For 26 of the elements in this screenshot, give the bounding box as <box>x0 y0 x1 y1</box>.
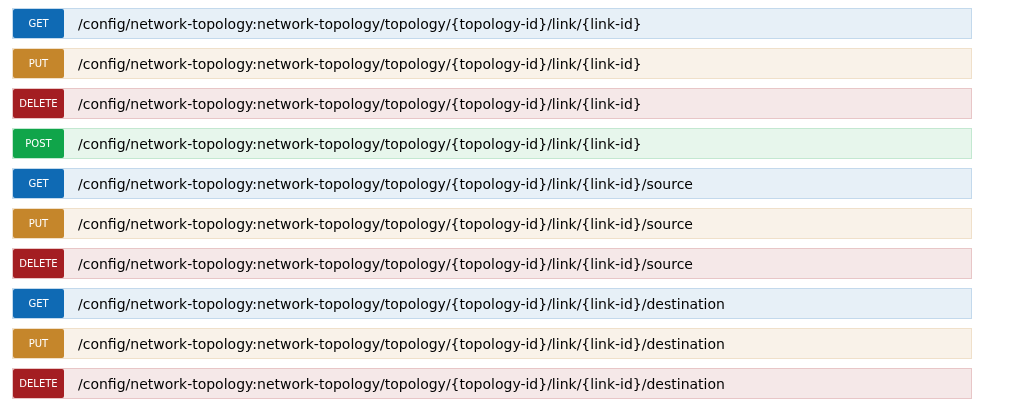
endpoint-path[interactable]: /config/network-topology:network-topology/topology/{topology-id}/link/{link-id} <box>78 95 642 112</box>
operation-bar[interactable]: PUT /config/network-topology:network-topology/topology/{topology-id}/link/{link-id} <box>12 48 972 79</box>
operation-bar[interactable]: DELETE /config/network-topology:network-topology/topology/{topology-id}/link/{link-id}/destination <box>12 368 972 399</box>
method-badge[interactable]: GET <box>13 9 64 38</box>
endpoint-path[interactable]: /config/network-topology:network-topology/topology/{topology-id}/link/{link-id} <box>78 15 642 32</box>
endpoint-path[interactable]: /config/network-topology:network-topology/topology/{topology-id}/link/{link-id}/destination <box>78 295 725 312</box>
endpoint-path[interactable]: /config/network-topology:network-topology/topology/{topology-id}/link/{link-id}/source <box>78 175 693 192</box>
endpoint-path[interactable]: /config/network-topology:network-topology/topology/{topology-id}/link/{link-id}/destination <box>78 375 725 392</box>
endpoint-path[interactable]: /config/network-topology:network-topology/topology/{topology-id}/link/{link-id}/source <box>78 255 693 272</box>
endpoint-path[interactable]: /config/network-topology:network-topology/topology/{topology-id}/link/{link-id} <box>78 135 642 152</box>
method-badge[interactable]: DELETE <box>13 249 64 278</box>
operation-bar[interactable]: GET /config/network-topology:network-topology/topology/{topology-id}/link/{link-id}/source <box>12 168 972 199</box>
operation-bar[interactable]: PUT /config/network-topology:network-topology/topology/{topology-id}/link/{link-id}/destination <box>12 328 972 359</box>
operation-bar[interactable]: GET /config/network-topology:network-topology/topology/{topology-id}/link/{link-id}/destination <box>12 288 972 319</box>
endpoint-path[interactable]: /config/network-topology:network-topology/topology/{topology-id}/link/{link-id}/source <box>78 215 693 232</box>
method-badge[interactable]: GET <box>13 169 64 198</box>
endpoint-path[interactable]: /config/network-topology:network-topology/topology/{topology-id}/link/{link-id}/destination <box>78 335 725 352</box>
operation-bar[interactable]: GET /config/network-topology:network-topology/topology/{topology-id}/link/{link-id} <box>12 8 972 39</box>
endpoint-path[interactable]: /config/network-topology:network-topology/topology/{topology-id}/link/{link-id} <box>78 55 642 72</box>
method-badge[interactable]: DELETE <box>13 369 64 398</box>
method-badge[interactable]: GET <box>13 289 64 318</box>
method-badge[interactable]: DELETE <box>13 89 64 118</box>
operation-bar[interactable]: PUT /config/network-topology:network-topology/topology/{topology-id}/link/{link-id}/source <box>12 208 972 239</box>
operation-bar[interactable]: POST /config/network-topology:network-topology/topology/{topology-id}/link/{link-id} <box>12 128 972 159</box>
operation-bar[interactable]: DELETE /config/network-topology:network-topology/topology/{topology-id}/link/{link-id} <box>12 88 972 119</box>
operation-bar[interactable]: DELETE /config/network-topology:network-topology/topology/{topology-id}/link/{link-id}/source <box>12 248 972 279</box>
